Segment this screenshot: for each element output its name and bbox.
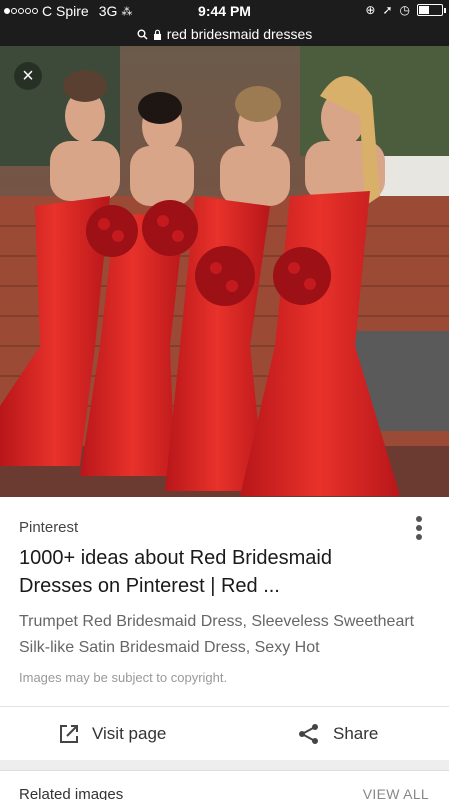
lock-icon xyxy=(153,29,161,40)
visit-page-label: Visit page xyxy=(92,724,167,743)
open-in-new-icon xyxy=(60,725,78,743)
search-icon xyxy=(137,29,148,40)
location-icon: ➚ xyxy=(382,3,393,17)
more-vert-dot xyxy=(416,525,422,531)
bridesmaids-photo xyxy=(0,46,449,497)
view-all-link[interactable]: VIEW ALL xyxy=(363,786,429,800)
share-label: Share xyxy=(333,724,379,743)
divider xyxy=(0,706,449,707)
rotation-lock-icon: ⊕ xyxy=(365,3,376,17)
copyright-notice: Images may be subject to copyright. xyxy=(19,670,228,685)
share-icon xyxy=(299,724,318,744)
related-images-heading: Related images xyxy=(19,786,124,800)
url-bar[interactable]: red bridesmaid dresses xyxy=(0,22,449,46)
result-image[interactable] xyxy=(0,46,449,497)
visit-page-button[interactable]: Visit page xyxy=(58,716,166,752)
url-query: red bridesmaid dresses xyxy=(166,26,313,42)
battery-icon xyxy=(417,4,446,16)
battery-level xyxy=(419,6,429,14)
close-button[interactable]: × xyxy=(14,62,42,90)
result-title[interactable]: 1000+ ideas about Red Bridesmaid Dresses… xyxy=(19,544,399,600)
more-vert-dot xyxy=(416,534,422,540)
more-vert-icon xyxy=(416,516,422,522)
status-bar: C Spire 3G ⁂ 9:44 PM ⊕ ➚ ◷ xyxy=(0,0,449,22)
result-description: Trumpet Red Bridesmaid Dress, Sleeveless… xyxy=(19,613,415,656)
more-options-button[interactable] xyxy=(408,514,430,542)
result-source[interactable]: Pinterest xyxy=(19,519,78,536)
alarm-icon: ◷ xyxy=(399,3,410,17)
close-icon: × xyxy=(22,65,34,87)
share-button[interactable]: Share xyxy=(297,716,378,752)
